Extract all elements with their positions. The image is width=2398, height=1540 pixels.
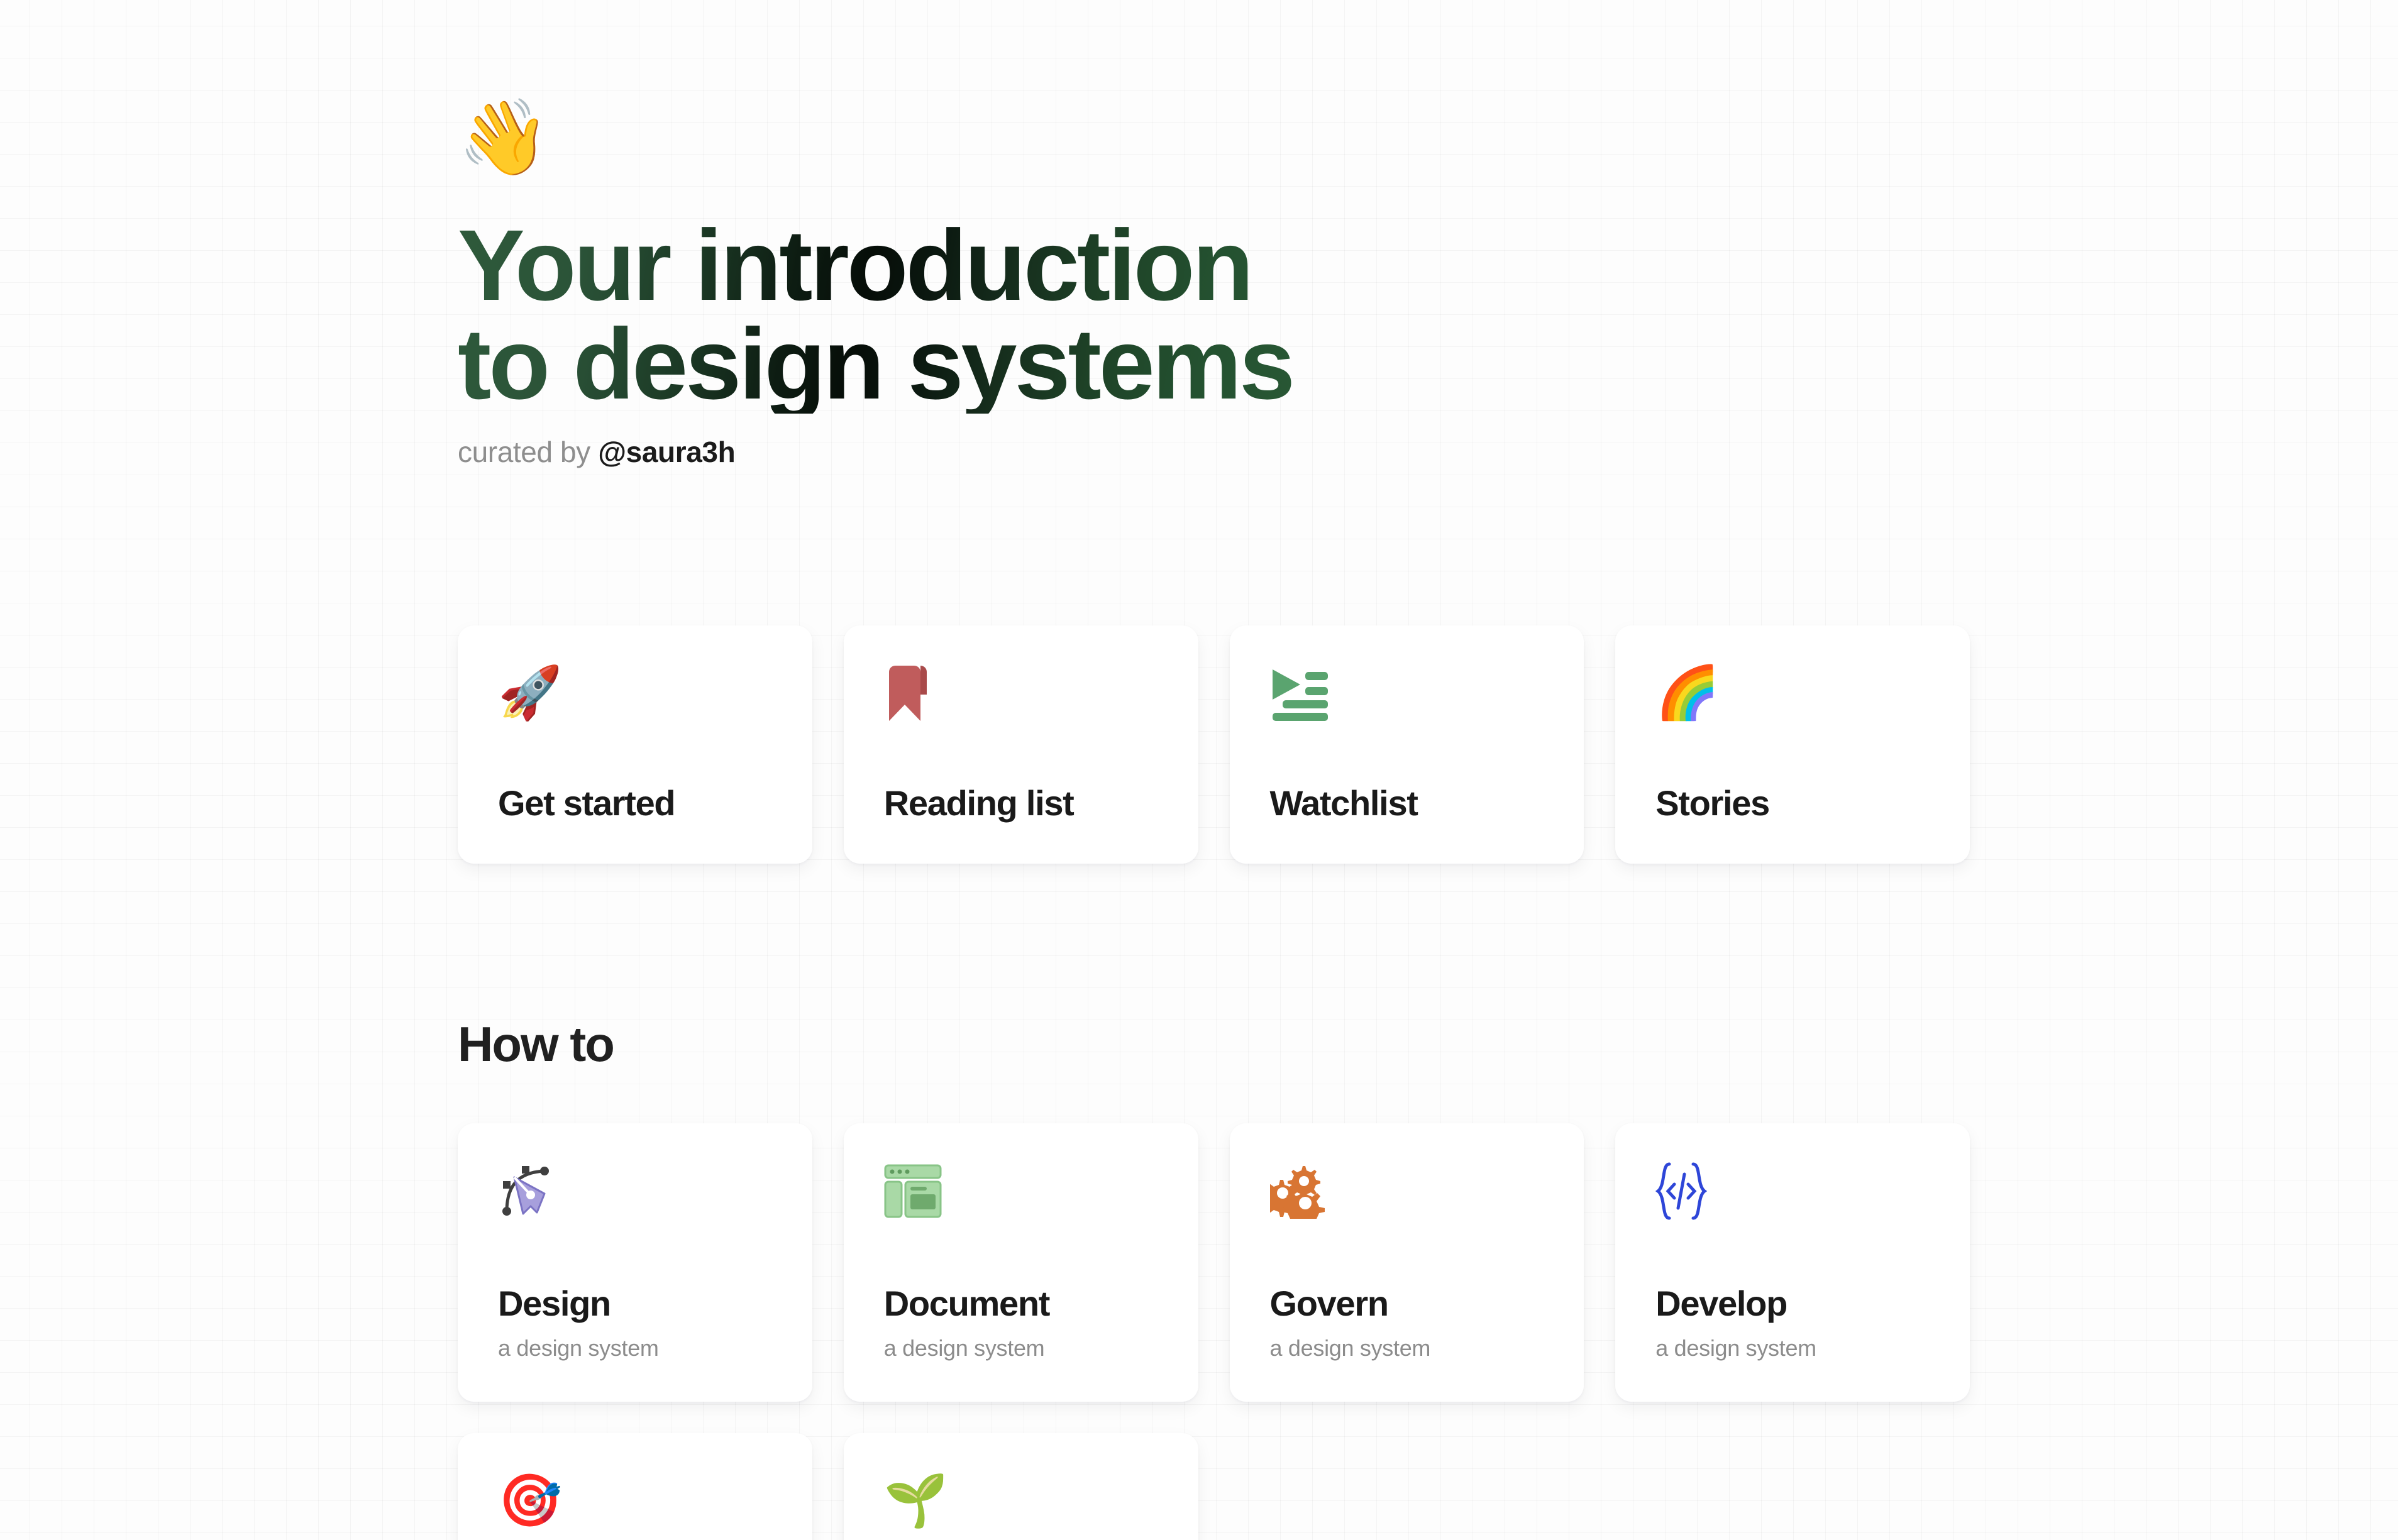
bottom-card-grid: 🎯 🌱 (458, 1433, 1970, 1540)
card-target[interactable]: 🎯 (458, 1433, 812, 1540)
dart-glyph: 🎯 (498, 1471, 563, 1529)
card-document-sub: a design system (883, 1334, 1045, 1361)
card-watchlist-label: Watchlist (1269, 783, 1418, 823)
pen-tool-icon (498, 1160, 561, 1223)
card-reading-list-label: Reading list (883, 783, 1075, 823)
document-window-icon (884, 1160, 947, 1223)
curator-credit: curated by @saura3h (458, 435, 1970, 469)
card-govern[interactable]: Govern a design system (1229, 1123, 1584, 1402)
code-brackets-icon (1655, 1160, 1718, 1223)
seedling-icon: 🌱 (883, 1470, 948, 1532)
card-document[interactable]: Document a design system (843, 1123, 1198, 1402)
section-heading-how-to: How to (458, 1016, 615, 1072)
gears-icon (1269, 1160, 1333, 1223)
seedling-glyph: 🌱 (883, 1471, 948, 1529)
card-develop-label: Develop (1655, 1283, 1787, 1323)
card-develop[interactable]: Develop a design system (1615, 1123, 1970, 1402)
curator-handle[interactable]: @saura3h (598, 436, 735, 468)
bookmark-icon (884, 662, 947, 725)
card-get-started[interactable]: 🚀 Get started (458, 625, 812, 864)
page-title-line-1: Your introduction (458, 209, 1252, 321)
hero-section: 👋 Your introduction to design systems cu… (458, 0, 1970, 469)
playlist-icon (1270, 662, 1333, 725)
page-title-line-2: to design systems (458, 307, 1293, 420)
card-stories[interactable]: 🌈 Stories (1615, 625, 1970, 864)
dart-target-icon: 🎯 (498, 1470, 563, 1532)
waving-hand-icon: 👋 (458, 96, 550, 179)
page-root: 👋 Your introduction to design systems cu… (458, 0, 1970, 1540)
curator-credit-prefix: curated by (458, 435, 599, 468)
card-seedling[interactable]: 🌱 (843, 1433, 1198, 1540)
card-govern-sub: a design system (1269, 1334, 1431, 1361)
rocket-glyph: 🚀 (498, 664, 563, 722)
card-design[interactable]: Design a design system (458, 1123, 812, 1402)
card-design-label: Design (498, 1283, 611, 1323)
card-design-sub: a design system (498, 1334, 659, 1361)
rainbow-glyph: 🌈 (1655, 664, 1720, 722)
card-govern-label: Govern (1269, 1283, 1390, 1323)
card-stories-label: Stories (1655, 783, 1770, 823)
rainbow-icon: 🌈 (1655, 662, 1720, 725)
rocket-icon: 🚀 (498, 662, 563, 725)
page-title: Your introduction to design systems (458, 216, 1338, 414)
card-get-started-label: Get started (498, 783, 676, 823)
card-reading-list[interactable]: Reading list (843, 625, 1198, 864)
card-document-label: Document (883, 1283, 1051, 1323)
howto-card-grid: Design a design system Document a design… (458, 1123, 1970, 1402)
primary-card-grid: 🚀 Get started Reading list Watchlist 🌈 S… (458, 625, 1970, 864)
card-develop-sub: a design system (1655, 1334, 1816, 1361)
card-watchlist[interactable]: Watchlist (1229, 625, 1584, 864)
